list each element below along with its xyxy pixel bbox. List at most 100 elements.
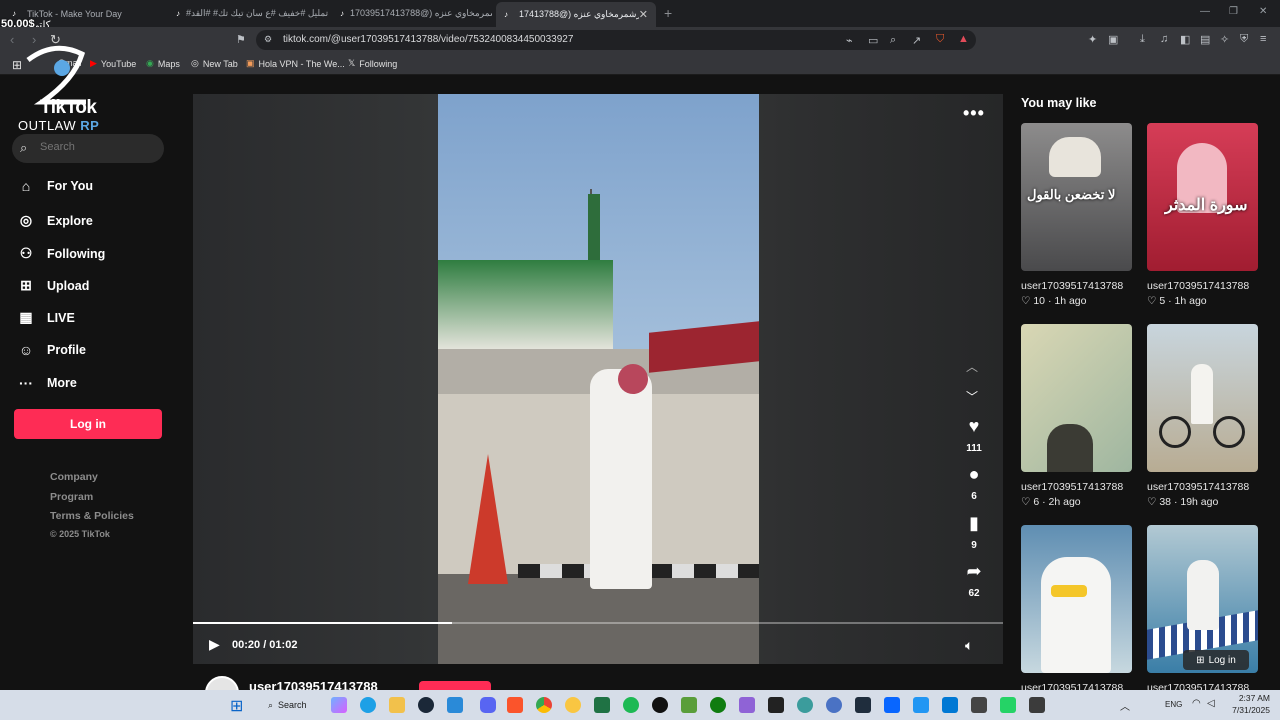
more-options-icon[interactable]: ••• bbox=[963, 103, 985, 124]
tab-close-icon[interactable]: ✕ bbox=[639, 8, 648, 21]
address-bar[interactable]: ⚙ tiktok.com/@user17039517413788/video/7… bbox=[256, 30, 976, 50]
recommended-video[interactable]: لا تخضعن بالقول user17039517413788 ♡ 10 … bbox=[1021, 123, 1132, 307]
avatar[interactable] bbox=[205, 676, 239, 690]
bookmark-hola-vpn[interactable]: ▣ Hola VPN - The We... bbox=[246, 58, 345, 69]
app-icon[interactable] bbox=[826, 697, 842, 713]
play-icon[interactable]: ▶ bbox=[209, 636, 220, 653]
rec-username[interactable]: user17039517413788 bbox=[1147, 481, 1249, 493]
app-icon[interactable] bbox=[565, 697, 581, 713]
new-tab-icon[interactable]: + bbox=[664, 5, 672, 21]
recommended-video[interactable]: سورة المدثر user17039517413788 ♡ 5 · 1h … bbox=[1147, 123, 1258, 307]
steam-icon[interactable] bbox=[418, 697, 434, 713]
logo-area[interactable]: TikTok OUTLAW RP bbox=[14, 40, 164, 135]
maximize-icon[interactable]: ❐ bbox=[1229, 6, 1238, 17]
footer-program-link[interactable]: Program bbox=[50, 491, 93, 503]
chevron-up-icon[interactable]: ︿ bbox=[966, 358, 978, 375]
edge-icon[interactable] bbox=[360, 697, 376, 713]
volume-icon[interactable]: 🔈︎ bbox=[965, 637, 973, 654]
minecraft-icon[interactable] bbox=[681, 697, 697, 713]
zoom-icon[interactable]: ⌕ bbox=[890, 34, 896, 47]
leo-icon[interactable]: ✧ bbox=[1220, 33, 1229, 46]
app-icon[interactable] bbox=[1029, 697, 1045, 713]
windows-start-icon[interactable]: ⊞ bbox=[230, 696, 243, 716]
video-thumbnail[interactable]: سورة المدثر bbox=[1147, 123, 1258, 271]
author-name[interactable]: user17039517413788 bbox=[249, 679, 378, 690]
discord-icon[interactable] bbox=[480, 697, 496, 713]
browser-tab-active[interactable]: ♪ صقرشمرمخاوي عنزه (@17413788... ✕ bbox=[496, 2, 656, 27]
follow-button[interactable] bbox=[419, 681, 491, 690]
footer-company-link[interactable]: Company bbox=[50, 471, 98, 483]
nav-more[interactable]: ··· More bbox=[16, 375, 77, 391]
search-bar[interactable]: ⌕ bbox=[12, 134, 164, 163]
media-icon[interactable]: ⌁ bbox=[846, 34, 853, 47]
nav-upload[interactable]: ⊞ Upload bbox=[16, 277, 89, 294]
language-indicator[interactable]: ENG bbox=[1165, 700, 1182, 709]
outlook-icon[interactable] bbox=[942, 697, 958, 713]
video-thumbnail[interactable] bbox=[1021, 525, 1132, 673]
recommended-video[interactable]: user17039517413788 ♡ 6 · 2h ago bbox=[1021, 324, 1132, 508]
brave-shield-icon[interactable]: ⛉ bbox=[936, 33, 944, 46]
save-button[interactable]: ▮ 9 bbox=[958, 513, 990, 551]
video-progress-bar[interactable] bbox=[193, 622, 1003, 624]
file-explorer-icon[interactable] bbox=[389, 697, 405, 713]
browser-tab[interactable]: ♪ صقرشمرمخاوي عنزه (@17039517413788... bbox=[332, 4, 492, 23]
vpn-icon[interactable]: ⛨ bbox=[1240, 33, 1248, 46]
clock-time[interactable]: 2:37 AM bbox=[1232, 693, 1270, 703]
share-button[interactable]: ➦ 62 bbox=[958, 561, 990, 599]
minimize-icon[interactable]: — bbox=[1200, 6, 1210, 17]
speaker-icon[interactable]: ◁ bbox=[1207, 698, 1215, 709]
rec-username[interactable]: user17039517413788 bbox=[1021, 481, 1123, 493]
comment-button[interactable]: ● 6 bbox=[958, 464, 990, 502]
rec-username[interactable]: user17039517413788 bbox=[1021, 280, 1123, 292]
app-icon[interactable] bbox=[652, 697, 668, 713]
chrome-icon[interactable] bbox=[536, 697, 552, 713]
like-button[interactable]: ♥ 111 bbox=[958, 416, 990, 454]
nav-explore[interactable]: ◎ Explore bbox=[16, 212, 93, 229]
brave-rewards-icon[interactable]: ▲ bbox=[958, 33, 969, 45]
menu-icon[interactable]: ≡ bbox=[1260, 33, 1266, 45]
window-close-icon[interactable]: ✕ bbox=[1259, 6, 1267, 17]
app-icon[interactable] bbox=[971, 697, 987, 713]
app-icon[interactable] bbox=[768, 697, 784, 713]
video-thumbnail[interactable]: لا تخضعن بالقول bbox=[1021, 123, 1132, 271]
extensions-icon[interactable]: ✦ bbox=[1088, 33, 1097, 46]
app-icon[interactable] bbox=[855, 697, 871, 713]
nav-live[interactable]: ▦ LIVE bbox=[16, 309, 74, 326]
copilot-icon[interactable] bbox=[331, 697, 347, 713]
sidebar-toggle-icon[interactable]: ◧ bbox=[1180, 33, 1190, 46]
app-icon[interactable] bbox=[797, 697, 813, 713]
login-button[interactable]: Log in bbox=[14, 409, 162, 439]
nav-following[interactable]: ⚇ Following bbox=[16, 245, 106, 262]
app-icon[interactable] bbox=[913, 697, 929, 713]
video-player[interactable] bbox=[193, 94, 1003, 664]
spotify-icon[interactable] bbox=[623, 697, 639, 713]
brave-icon[interactable] bbox=[507, 697, 523, 713]
wallet-icon[interactable]: ▤ bbox=[1200, 33, 1210, 46]
site-info-icon[interactable]: ⚙ bbox=[264, 34, 272, 45]
xbox-icon[interactable] bbox=[710, 697, 726, 713]
video-thumbnail[interactable] bbox=[1021, 324, 1132, 472]
rec-username[interactable]: user17039517413788 bbox=[1147, 280, 1249, 292]
game-icon[interactable] bbox=[739, 697, 755, 713]
clock-date[interactable]: 7/31/2025 bbox=[1226, 705, 1270, 715]
recommended-video[interactable]: user17039517413788 bbox=[1021, 525, 1132, 694]
video-frame[interactable] bbox=[438, 94, 759, 664]
share-icon[interactable]: ↗ bbox=[912, 34, 921, 47]
nav-profile[interactable]: ☺ Profile bbox=[16, 342, 86, 358]
recommended-video[interactable]: user17039517413788 ♡ 38 · 19h ago bbox=[1147, 324, 1258, 508]
meta-icon[interactable] bbox=[884, 697, 900, 713]
bookmark-icon[interactable]: ⚑ bbox=[236, 33, 246, 46]
chevron-up-icon[interactable]: ︿ bbox=[1120, 698, 1130, 713]
rec-login-button[interactable]: ⊞ Log in bbox=[1183, 650, 1249, 670]
taskbar-search[interactable]: ⌕ Search bbox=[262, 695, 320, 715]
bookmark-following[interactable]: 𝕏 Following bbox=[348, 58, 397, 69]
search-input[interactable] bbox=[40, 141, 158, 153]
whatsapp-icon[interactable] bbox=[1000, 697, 1016, 713]
excel-icon[interactable] bbox=[594, 697, 610, 713]
video-thumbnail[interactable] bbox=[1147, 324, 1258, 472]
screenshot-icon[interactable]: ▣ bbox=[1108, 33, 1118, 46]
bookmark-new-tab[interactable]: ◎ New Tab bbox=[191, 58, 238, 69]
wifi-icon[interactable]: ◠ bbox=[1192, 698, 1201, 709]
music-icon[interactable]: ♫ bbox=[1160, 33, 1168, 45]
app-icon[interactable] bbox=[447, 697, 463, 713]
